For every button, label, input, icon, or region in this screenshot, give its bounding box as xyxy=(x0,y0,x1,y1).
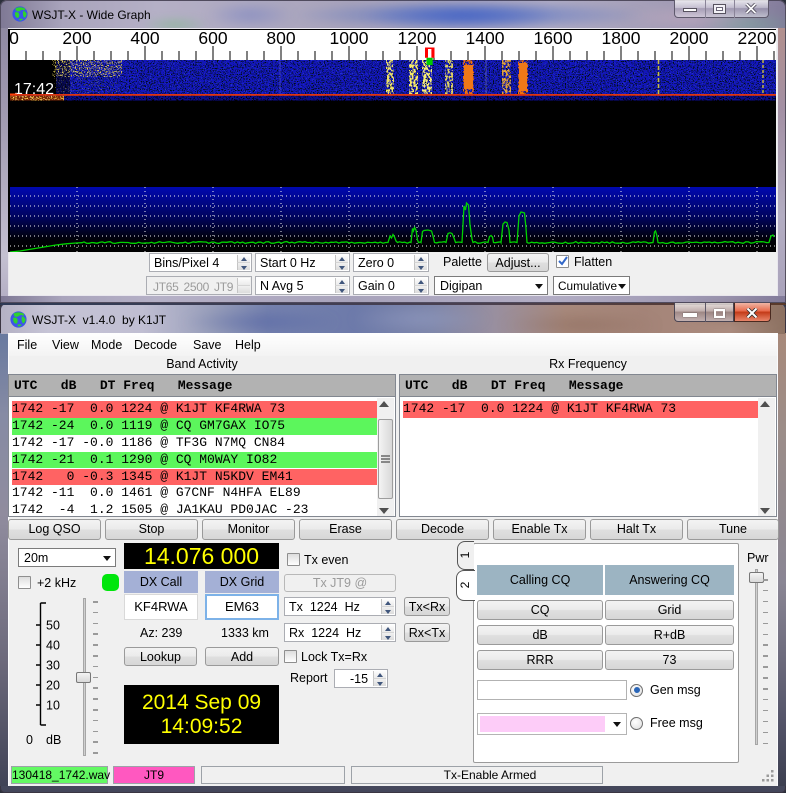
svg-text:10: 10 xyxy=(46,699,60,713)
svg-text:30: 30 xyxy=(46,659,60,673)
svg-text:1400: 1400 xyxy=(466,29,505,48)
svg-text:1000: 1000 xyxy=(330,29,369,48)
svg-text:40: 40 xyxy=(46,639,60,653)
svg-text:20: 20 xyxy=(46,679,60,693)
svg-text:400: 400 xyxy=(130,29,159,48)
svg-text:1600: 1600 xyxy=(534,29,573,48)
svg-text:800: 800 xyxy=(266,29,295,48)
svg-text:0: 0 xyxy=(9,29,19,48)
svg-text:50: 50 xyxy=(46,619,60,633)
svg-text:1200: 1200 xyxy=(398,29,437,48)
svg-text:600: 600 xyxy=(198,29,227,48)
svg-text:200: 200 xyxy=(62,29,91,48)
svg-text:2200: 2200 xyxy=(738,29,776,48)
svg-text:1800: 1800 xyxy=(602,29,641,48)
svg-text:2000: 2000 xyxy=(670,29,709,48)
